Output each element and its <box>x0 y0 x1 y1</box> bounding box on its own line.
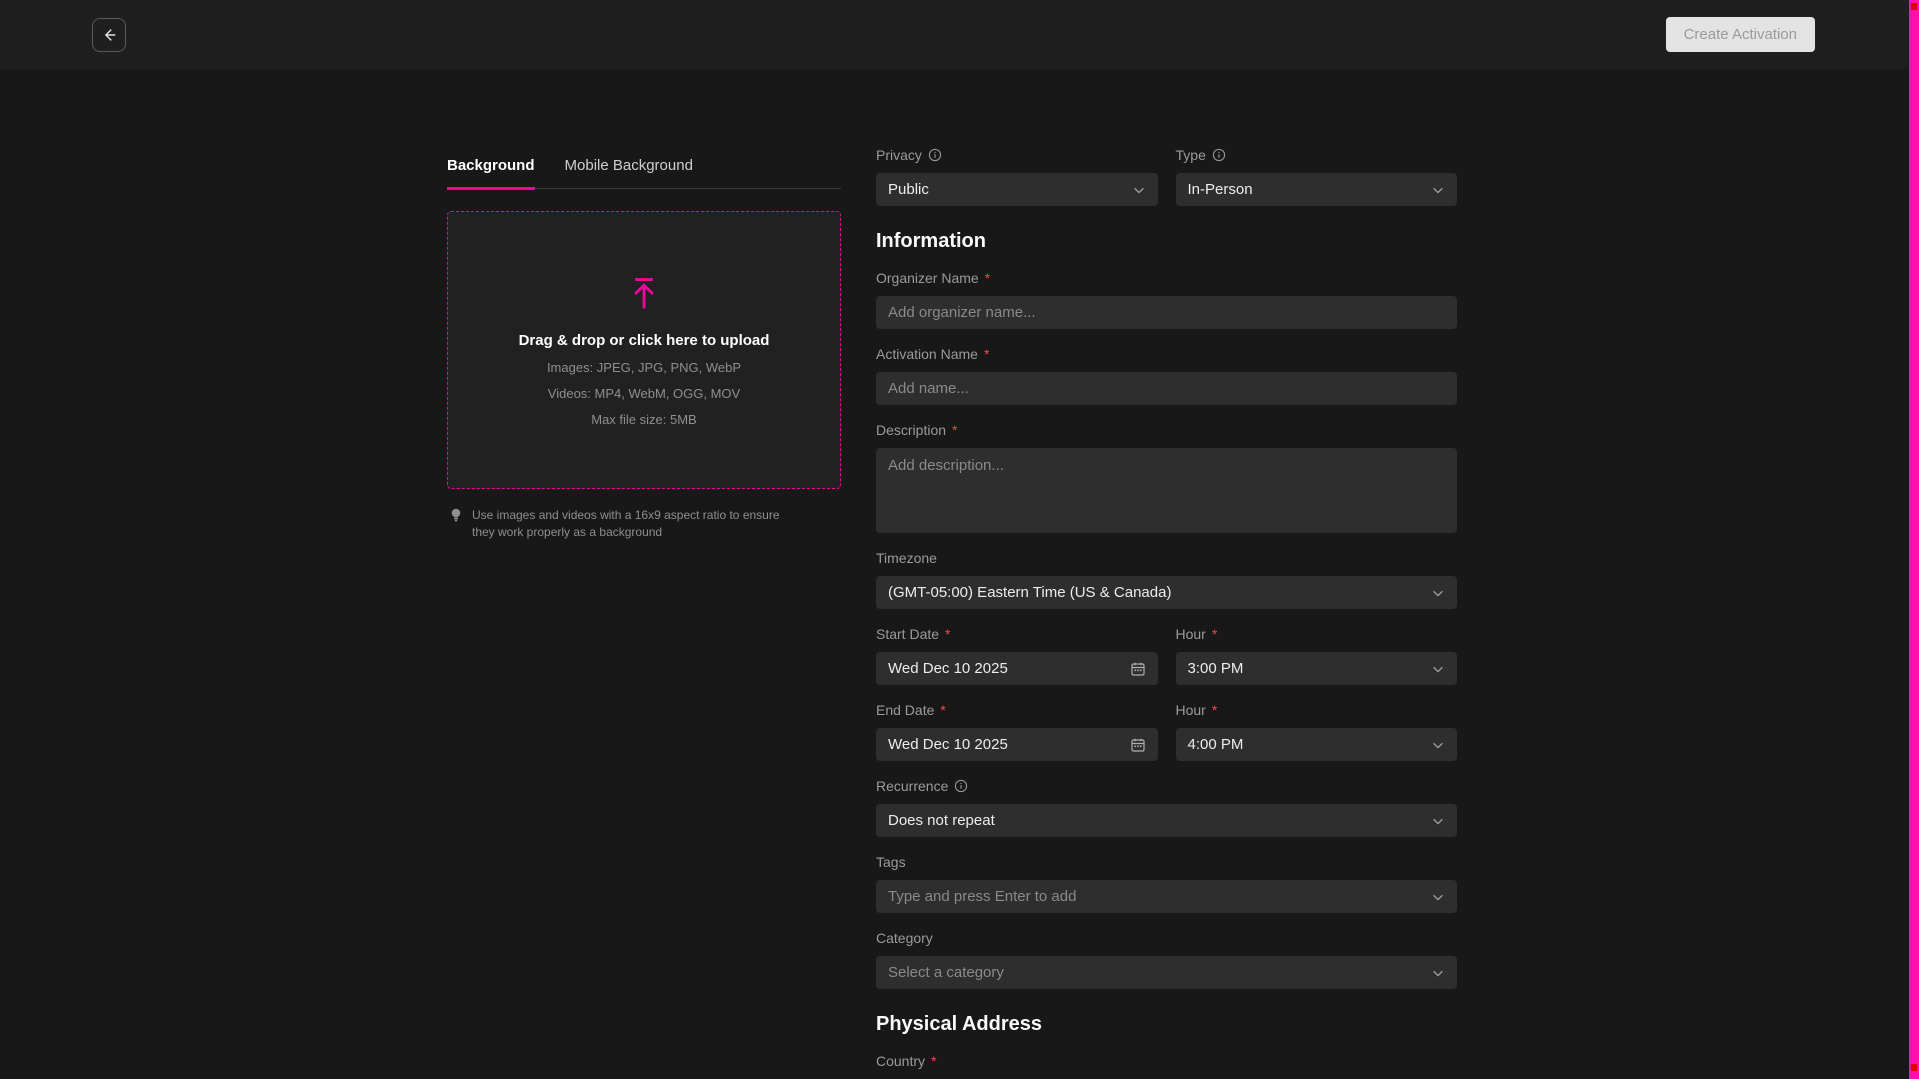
recurrence-field: Recurrence Does not repeat <box>876 778 1457 837</box>
activation-name-label: Activation Name <box>876 346 978 362</box>
upload-title: Drag & drop or click here to upload <box>519 332 770 349</box>
required-marker: * <box>952 422 957 438</box>
country-field: Country * <box>876 1053 1457 1069</box>
start-hour-field: Hour * 3:00 PM <box>1176 626 1458 685</box>
chevron-down-icon <box>1431 662 1445 676</box>
category-field: Category Select a category <box>876 930 1457 989</box>
chevron-down-icon <box>1431 890 1445 904</box>
start-hour-select[interactable]: 3:00 PM <box>1176 652 1458 685</box>
recurrence-label: Recurrence <box>876 778 948 794</box>
end-row: End Date * Wed Dec 10 2025 Hour * 4:00 P… <box>876 702 1457 761</box>
required-marker: * <box>984 346 989 362</box>
chevron-down-icon <box>1431 966 1445 980</box>
end-date-label: End Date <box>876 702 934 718</box>
start-date-input[interactable]: Wed Dec 10 2025 <box>876 652 1158 685</box>
back-button[interactable] <box>92 18 126 52</box>
info-icon[interactable] <box>928 148 942 162</box>
tab-background[interactable]: Background <box>447 157 535 190</box>
timezone-select[interactable]: (GMT-05:00) Eastern Time (US & Canada) <box>876 576 1457 609</box>
chevron-down-icon <box>1431 183 1445 197</box>
lightbulb-icon <box>449 507 463 523</box>
description-field: Description * <box>876 422 1457 533</box>
organizer-name-field: Organizer Name * <box>876 270 1457 329</box>
info-icon[interactable] <box>1212 148 1226 162</box>
required-marker: * <box>1212 626 1217 642</box>
tags-input[interactable]: Type and press Enter to add <box>876 880 1457 913</box>
required-marker: * <box>1212 702 1217 718</box>
start-row: Start Date * Wed Dec 10 2025 Hour * 3:00… <box>876 626 1457 685</box>
calendar-icon <box>1130 661 1146 677</box>
description-label: Description <box>876 422 946 438</box>
calendar-icon <box>1130 737 1146 753</box>
privacy-field: Privacy Public <box>876 147 1158 206</box>
main-content: Background Mobile Background Drag & drop… <box>447 69 1919 1079</box>
chevron-down-icon <box>1132 183 1146 197</box>
start-date-field: Start Date * Wed Dec 10 2025 <box>876 626 1158 685</box>
organizer-name-label: Organizer Name <box>876 270 979 286</box>
required-marker: * <box>985 270 990 286</box>
start-date-label: Start Date <box>876 626 939 642</box>
organizer-name-input[interactable] <box>876 296 1457 329</box>
end-hour-field: Hour * 4:00 PM <box>1176 702 1458 761</box>
aspect-ratio-tip: Use images and videos with a 16x9 aspect… <box>447 507 841 542</box>
recurrence-select[interactable]: Does not repeat <box>876 804 1457 837</box>
type-select[interactable]: In-Person <box>1176 173 1458 206</box>
chevron-down-icon <box>1431 738 1445 752</box>
privacy-type-row: Privacy Public Type <box>876 147 1457 206</box>
scrollbar[interactable] <box>1909 0 1919 1079</box>
information-heading: Information <box>876 230 1457 253</box>
country-label: Country <box>876 1053 925 1069</box>
required-marker: * <box>940 702 945 718</box>
upload-maxsize-hint: Max file size: 5MB <box>591 412 696 427</box>
upload-videos-hint: Videos: MP4, WebM, OGG, MOV <box>548 386 740 401</box>
timezone-field: Timezone (GMT-05:00) Eastern Time (US & … <box>876 550 1457 609</box>
start-hour-label: Hour <box>1176 626 1206 642</box>
chevron-down-icon <box>1431 586 1445 600</box>
upload-images-hint: Images: JPEG, JPG, PNG, WebP <box>547 360 741 375</box>
tags-field: Tags Type and press Enter to add <box>876 854 1457 913</box>
chevron-down-icon <box>1431 814 1445 828</box>
tab-mobile-background[interactable]: Mobile Background <box>565 157 693 190</box>
end-date-input[interactable]: Wed Dec 10 2025 <box>876 728 1158 761</box>
tip-text: Use images and videos with a 16x9 aspect… <box>472 507 802 542</box>
physical-address-heading: Physical Address <box>876 1013 1457 1036</box>
arrow-left-icon <box>100 26 118 44</box>
end-date-field: End Date * Wed Dec 10 2025 <box>876 702 1158 761</box>
description-textarea[interactable] <box>876 448 1457 533</box>
privacy-label: Privacy <box>876 147 922 163</box>
upload-dropzone[interactable]: Drag & drop or click here to upload Imag… <box>447 211 841 489</box>
required-marker: * <box>945 626 950 642</box>
media-panel: Background Mobile Background Drag & drop… <box>447 157 841 1079</box>
form-panel: Privacy Public Type <box>876 147 1457 1079</box>
create-activation-button[interactable]: Create Activation <box>1666 17 1815 52</box>
upload-arrow-icon <box>624 274 664 314</box>
top-bar: Create Activation <box>0 0 1919 69</box>
type-field: Type In-Person <box>1176 147 1458 206</box>
info-icon[interactable] <box>954 779 968 793</box>
tabs: Background Mobile Background <box>447 157 841 189</box>
privacy-select[interactable]: Public <box>876 173 1158 206</box>
timezone-label: Timezone <box>876 550 937 566</box>
activation-name-input[interactable] <box>876 372 1457 405</box>
end-hour-label: Hour <box>1176 702 1206 718</box>
scrollbar-top-dot <box>1911 3 1917 10</box>
end-hour-select[interactable]: 4:00 PM <box>1176 728 1458 761</box>
category-select[interactable]: Select a category <box>876 956 1457 989</box>
type-label: Type <box>1176 147 1206 163</box>
category-label: Category <box>876 930 933 946</box>
tags-label: Tags <box>876 854 906 870</box>
activation-name-field: Activation Name * <box>876 346 1457 405</box>
scrollbar-bottom-dot <box>1911 1064 1917 1071</box>
required-marker: * <box>931 1053 936 1069</box>
